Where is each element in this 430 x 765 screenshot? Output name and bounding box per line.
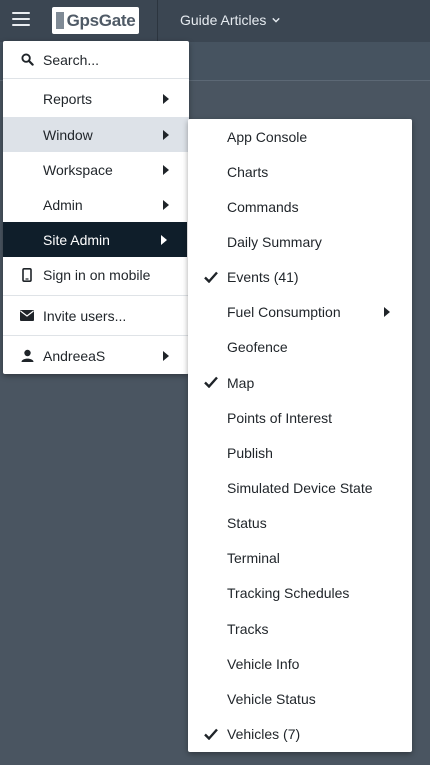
menu-item-search[interactable]: Search...: [3, 41, 189, 78]
window-item-tracks[interactable]: Tracks: [188, 611, 412, 646]
caret-right-icon: [384, 307, 390, 318]
window-item-charts[interactable]: Charts: [188, 154, 412, 189]
menu-item-label: Workspace: [43, 161, 113, 178]
menu-item-window[interactable]: Window: [3, 117, 189, 152]
window-item-fuel-consumption[interactable]: Fuel Consumption: [188, 295, 412, 330]
caret-right-icon: [163, 199, 169, 210]
gpsgate-logo[interactable]: GpsGate: [52, 7, 139, 34]
menu-item-label: Admin: [43, 196, 83, 213]
window-item-label: Points of Interest: [227, 409, 333, 426]
mobile-phone-icon: [20, 268, 34, 282]
window-item-label: Daily Summary: [227, 233, 322, 250]
window-item-commands[interactable]: Commands: [188, 189, 412, 224]
menu-item-admin[interactable]: Admin: [3, 187, 189, 222]
logo-text: GpsGate: [66, 10, 136, 30]
checkmark-icon: [204, 271, 218, 283]
window-item-label: Charts: [227, 163, 269, 180]
menu-divider: [3, 335, 189, 336]
menu-item-label: Site Admin: [43, 231, 110, 248]
header-divider: [157, 0, 158, 42]
menu-item-label: Sign in on mobile: [43, 267, 151, 283]
window-item-geofence[interactable]: Geofence: [188, 330, 412, 365]
window-submenu: App Console Charts Commands Daily Summary Ev…: [188, 119, 412, 752]
menu-item-label: Reports: [43, 90, 93, 107]
menu-item-reports[interactable]: Reports: [3, 81, 189, 116]
window-item-label: Tracking Schedules: [227, 585, 350, 602]
menu-divider: [3, 295, 189, 296]
checkmark-icon: [204, 728, 218, 740]
window-item-simulated-device-state[interactable]: Simulated Device State: [188, 471, 412, 506]
window-item-label: Status: [227, 515, 267, 532]
window-item-vehicle-status[interactable]: Vehicle Status: [188, 681, 412, 716]
window-item-label: Vehicle Info: [227, 655, 300, 672]
caret-right-icon: [163, 350, 169, 361]
menu-item-label: Search...: [43, 51, 100, 68]
window-item-points-of-interest[interactable]: Points of Interest: [188, 400, 412, 435]
main-menu: Search... Reports Window Workspace Admin…: [3, 41, 189, 374]
menu-item-workspace[interactable]: Workspace: [3, 152, 189, 187]
top-bar: GpsGate Guide Articles: [0, 0, 430, 42]
window-item-status[interactable]: Status: [188, 506, 412, 541]
window-item-label: Vehicles (7): [227, 726, 301, 743]
menu-item-label: Invite users...: [43, 307, 127, 324]
window-item-terminal[interactable]: Terminal: [188, 541, 412, 576]
caret-right-icon: [163, 164, 169, 175]
window-item-app-console[interactable]: App Console: [188, 119, 412, 154]
user-icon: [20, 349, 34, 363]
window-item-label: Vehicle Status: [227, 690, 316, 707]
window-item-label: Terminal: [227, 550, 280, 567]
checkmark-icon: [204, 376, 218, 389]
window-item-label: Fuel Consumption: [227, 304, 341, 321]
hamburger-menu-icon[interactable]: [12, 12, 30, 26]
chevron-down-icon: [272, 17, 281, 23]
guide-articles-dropdown[interactable]: Guide Articles: [180, 12, 281, 28]
menu-item-label: Window: [43, 126, 93, 143]
menu-item-site-admin[interactable]: Site Admin: [3, 222, 187, 257]
menu-item-label: AndreeaS: [43, 347, 106, 364]
caret-right-icon: [163, 129, 169, 140]
envelope-icon: [20, 309, 34, 323]
menu-item-invite-users[interactable]: Invite users...: [3, 297, 189, 334]
window-item-daily-summary[interactable]: Daily Summary: [188, 224, 412, 259]
window-item-label: Publish: [227, 444, 273, 461]
window-item-label: Map: [227, 374, 255, 391]
window-item-label: App Console: [227, 128, 308, 145]
window-item-map[interactable]: Map: [188, 365, 412, 400]
window-item-vehicle-info[interactable]: Vehicle Info: [188, 646, 412, 681]
caret-right-icon: [161, 234, 167, 245]
window-item-label: Geofence: [227, 339, 288, 356]
window-item-publish[interactable]: Publish: [188, 435, 412, 470]
nav-title-label: Guide Articles: [180, 12, 267, 28]
logo-mark-icon: [55, 12, 64, 29]
window-item-label: Events (41): [227, 269, 299, 286]
window-item-label: Commands: [227, 198, 299, 215]
window-item-vehicles-7[interactable]: Vehicles (7): [188, 717, 412, 752]
menu-item-sign-in-mobile[interactable]: Sign in on mobile: [3, 257, 189, 293]
window-item-tracking-schedules[interactable]: Tracking Schedules: [188, 576, 412, 611]
window-item-events-41[interactable]: Events (41): [188, 260, 412, 295]
window-item-label: Tracks: [227, 620, 269, 637]
menu-item-user[interactable]: AndreeaS: [3, 337, 189, 374]
caret-right-icon: [163, 93, 169, 104]
menu-divider: [3, 78, 189, 79]
window-item-label: Simulated Device State: [227, 480, 373, 496]
search-icon: [20, 53, 34, 67]
